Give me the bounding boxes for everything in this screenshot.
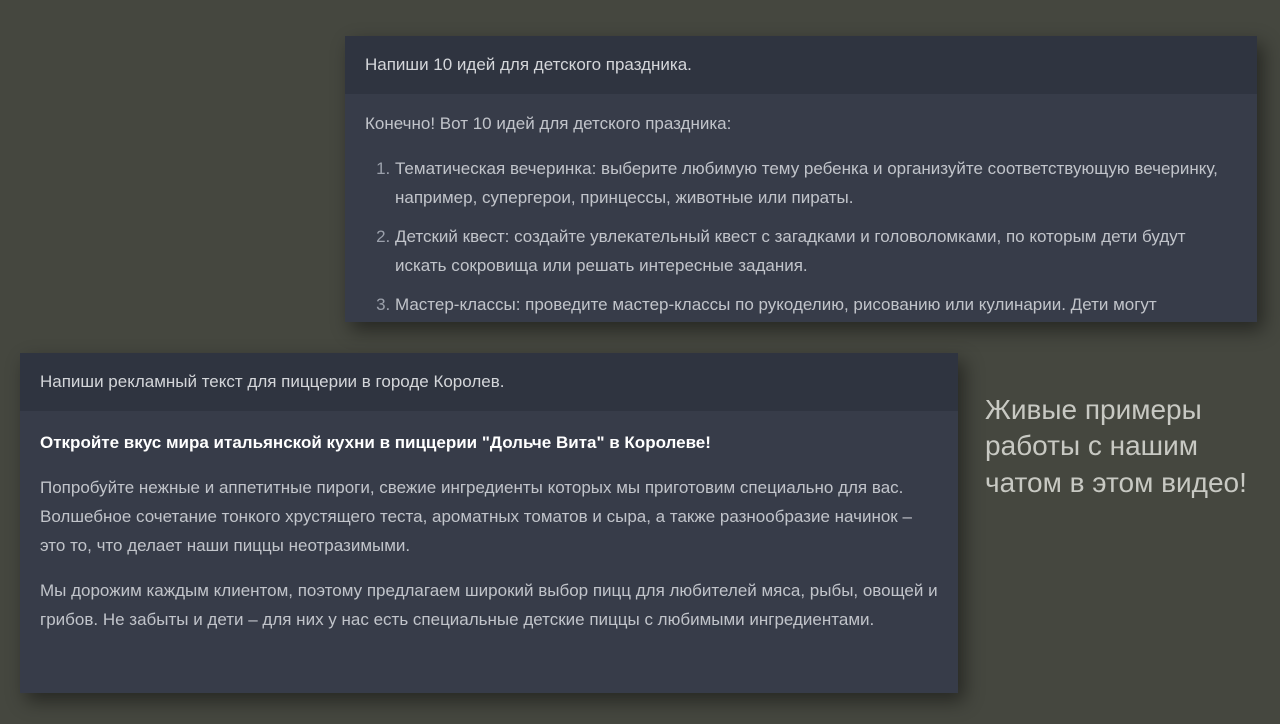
reply-headline: Откройте вкус мира итальянской кухни в п…	[40, 433, 711, 452]
assistant-reply: Откройте вкус мира итальянской кухни в п…	[20, 411, 958, 670]
user-prompt: Напиши 10 идей для детского праздника.	[345, 36, 1257, 94]
list-item: Детский квест: создайте увлекательный кв…	[395, 223, 1237, 281]
chat-example-card-1: Напиши 10 идей для детского праздника. К…	[345, 36, 1257, 322]
chat-example-card-2: Напиши рекламный текст для пиццерии в го…	[20, 353, 958, 693]
reply-intro: Конечно! Вот 10 идей для детского праздн…	[365, 110, 1237, 139]
side-caption: Живые примеры работы с нашим чатом в это…	[985, 392, 1265, 501]
user-prompt: Напиши рекламный текст для пиццерии в го…	[20, 353, 958, 411]
reply-paragraph: Мы дорожим каждым клиентом, поэтому пред…	[40, 577, 938, 635]
list-item: Тематическая вечеринка: выберите любимую…	[395, 155, 1237, 213]
assistant-reply: Конечно! Вот 10 идей для детского праздн…	[345, 94, 1257, 322]
idea-list: Тематическая вечеринка: выберите любимую…	[365, 155, 1237, 319]
list-item: Мастер-классы: проведите мастер-классы п…	[395, 291, 1237, 320]
reply-paragraph: Попробуйте нежные и аппетитные пироги, с…	[40, 474, 938, 561]
